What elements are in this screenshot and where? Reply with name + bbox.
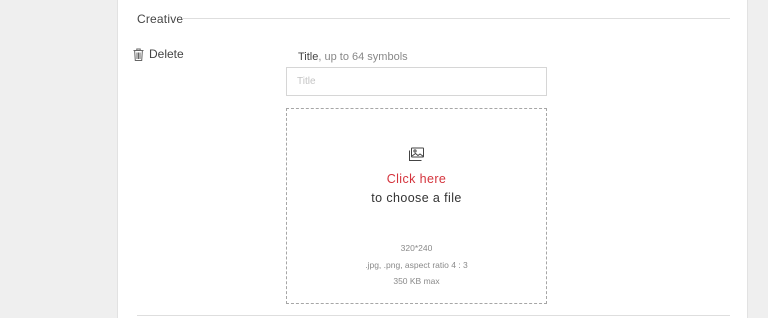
- section-divider: [182, 18, 730, 19]
- upload-formats: .jpg, .png, aspect ratio 4 : 3: [365, 260, 468, 270]
- trash-icon: [133, 48, 144, 61]
- image-icon: [408, 147, 425, 167]
- click-here-link[interactable]: Click here: [287, 172, 546, 186]
- creative-panel: Creative Delete Title, up to 64 symbols …: [117, 0, 748, 318]
- title-label-hint: , up to 64 symbols: [318, 51, 408, 63]
- bottom-divider: [137, 315, 730, 316]
- file-upload-dropzone[interactable]: Click here to choose a file 320*240 .jpg…: [286, 108, 547, 304]
- title-input[interactable]: [286, 67, 547, 96]
- section-title: Creative: [137, 12, 184, 26]
- delete-button[interactable]: Delete: [133, 47, 184, 61]
- title-field-label: Title, up to 64 symbols: [298, 51, 408, 63]
- choose-file-text: to choose a file: [371, 191, 462, 205]
- delete-label: Delete: [149, 47, 184, 61]
- title-label-strong: Title: [298, 51, 319, 63]
- upload-dimensions: 320*240: [400, 243, 433, 253]
- upload-max-size: 350 KB max: [393, 276, 440, 286]
